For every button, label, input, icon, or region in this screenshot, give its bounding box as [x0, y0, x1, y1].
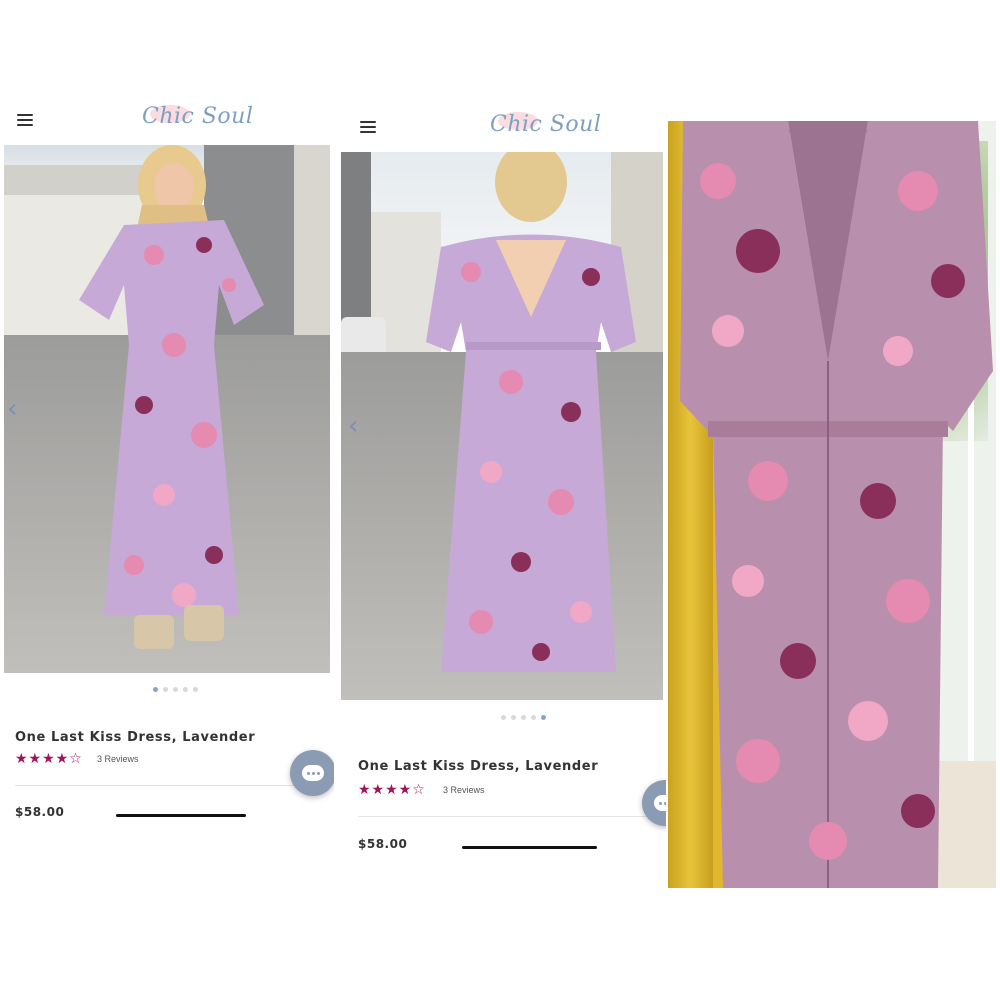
- chevron-left-icon[interactable]: ‹: [7, 396, 17, 422]
- rating-stars: ★★★★☆: [15, 751, 83, 767]
- carousel-dot[interactable]: [183, 687, 188, 692]
- background-building-light: [294, 145, 330, 355]
- brand-logo[interactable]: Chic Soul: [490, 112, 601, 137]
- carousel-dot[interactable]: [511, 715, 516, 720]
- product-title: One Last Kiss Dress, Lavender: [358, 759, 599, 774]
- reviews-link[interactable]: 3 Reviews: [97, 754, 139, 764]
- carousel-dot[interactable]: [153, 687, 158, 692]
- floral-dress-on-hanger: [680, 121, 993, 888]
- model-in-dress-back: [426, 152, 636, 672]
- product-price: $58.00: [15, 805, 65, 819]
- chat-bubble-icon: [302, 765, 324, 781]
- carousel-dot[interactable]: [193, 687, 198, 692]
- chat-button[interactable]: [642, 780, 666, 826]
- chevron-left-icon[interactable]: ‹: [348, 413, 358, 439]
- model-in-dress: [79, 145, 264, 649]
- product-price: $58.00: [358, 837, 408, 851]
- customer-photo-dress-on-hanger: [668, 121, 996, 888]
- product-title: One Last Kiss Dress, Lavender: [15, 730, 256, 745]
- carousel-dot[interactable]: [163, 687, 168, 692]
- hamburger-icon[interactable]: [360, 121, 376, 133]
- rating-stars: ★★★★☆: [358, 782, 426, 798]
- carousel-dot[interactable]: [521, 715, 526, 720]
- carousel-dots: [153, 687, 198, 692]
- product-image[interactable]: [4, 145, 330, 673]
- brand-logo[interactable]: Chic Soul: [142, 104, 253, 129]
- hamburger-icon[interactable]: [17, 114, 33, 126]
- chat-button[interactable]: [290, 750, 334, 796]
- product-image[interactable]: [341, 152, 663, 700]
- home-indicator: [462, 846, 597, 849]
- carousel-dot[interactable]: [173, 687, 178, 692]
- carousel-dot[interactable]: [531, 715, 536, 720]
- carousel-dot[interactable]: [501, 715, 506, 720]
- screenshot-2: Chic Soul ‹ One Last Kiss Dress, Lavende…: [338, 100, 666, 870]
- screenshot-1: Chic Soul ‹ One Last Kiss Dress, Lavende…: [0, 90, 334, 850]
- home-indicator: [116, 814, 246, 817]
- chat-bubble-icon: [654, 795, 666, 811]
- carousel-dot[interactable]: [541, 715, 546, 720]
- divider: [15, 785, 300, 786]
- carousel-dots: [501, 715, 546, 720]
- divider: [358, 816, 648, 817]
- reviews-link[interactable]: 3 Reviews: [443, 785, 485, 795]
